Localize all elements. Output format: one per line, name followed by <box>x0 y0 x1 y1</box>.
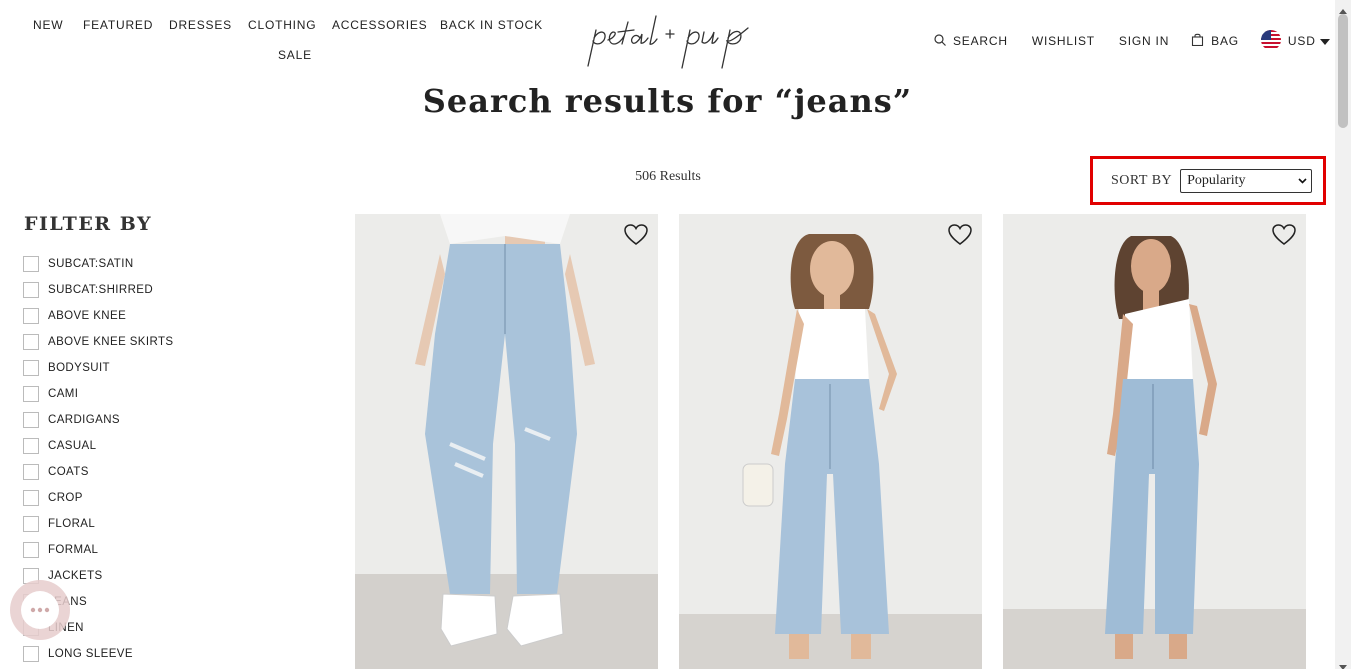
chat-launcher[interactable] <box>10 580 70 640</box>
brand-logo-script <box>587 15 749 69</box>
filter-checkbox[interactable] <box>23 386 39 402</box>
heart-icon[interactable] <box>1272 224 1296 246</box>
nav-new[interactable]: NEW <box>33 18 63 32</box>
filter-option[interactable]: CROP <box>23 485 173 511</box>
filter-label: CAMI <box>48 388 79 400</box>
search-link[interactable]: SEARCH <box>934 33 1008 49</box>
brand-logo[interactable] <box>578 8 760 72</box>
currency-selector[interactable]: USD <box>1260 29 1330 53</box>
product-card[interactable] <box>1003 214 1306 669</box>
filter-label: COATS <box>48 466 89 478</box>
sort-label: SORT BY <box>1111 172 1173 188</box>
sign-in-link[interactable]: SIGN IN <box>1119 34 1169 48</box>
filter-checkbox[interactable] <box>23 334 39 350</box>
filter-label: FORMAL <box>48 544 99 556</box>
heart-icon[interactable] <box>624 224 648 246</box>
filter-option[interactable]: COATS <box>23 459 173 485</box>
filter-option[interactable]: CASUAL <box>23 433 173 459</box>
bag-icon <box>1191 33 1204 49</box>
filter-checkbox[interactable] <box>23 282 39 298</box>
jeans-model-image <box>355 214 658 669</box>
page-title: Search results for “jeans” <box>422 82 913 120</box>
filter-label: ABOVE KNEE SKIRTS <box>48 336 174 348</box>
filter-label: SUBCAT:SHIRRED <box>48 284 154 296</box>
filter-option[interactable]: FLORAL <box>23 511 173 537</box>
nav-accessories[interactable]: ACCESSORIES <box>332 18 428 32</box>
filter-checkbox[interactable] <box>23 516 39 532</box>
filter-checkbox[interactable] <box>23 412 39 428</box>
jeans-model-image <box>1003 214 1306 669</box>
filter-label: FLORAL <box>48 518 96 530</box>
results-count: 506 Results <box>635 169 701 184</box>
filter-option[interactable]: ABOVE KNEE <box>23 303 173 329</box>
filter-checkbox[interactable] <box>23 438 39 454</box>
product-card[interactable] <box>679 214 982 669</box>
filter-checkbox[interactable] <box>23 542 39 558</box>
filter-checkbox[interactable] <box>23 360 39 376</box>
filter-option[interactable]: CAMI <box>23 381 173 407</box>
filter-option[interactable]: BODYSUIT <box>23 355 173 381</box>
heart-icon[interactable] <box>948 224 972 246</box>
filter-label: LONG SLEEVE <box>48 648 133 660</box>
nav-sale[interactable]: SALE <box>278 48 312 62</box>
filter-option[interactable]: SUBCAT:SATIN <box>23 251 173 277</box>
filter-label: CARDIGANS <box>48 414 120 426</box>
filter-option[interactable]: SUBCAT:SHIRRED <box>23 277 173 303</box>
scroll-thumb[interactable] <box>1338 14 1348 128</box>
filter-label: JACKETS <box>48 570 103 582</box>
filter-option[interactable]: LONG SLEEVE <box>23 641 173 667</box>
filter-title: FILTER BY <box>24 213 153 235</box>
chevron-down-icon <box>1298 173 1307 189</box>
scroll-up-icon[interactable] <box>1339 3 1347 14</box>
filter-checkbox[interactable] <box>23 490 39 506</box>
caret-down-icon <box>1319 34 1330 48</box>
filter-option[interactable]: FORMAL <box>23 537 173 563</box>
sort-select[interactable]: Popularity <box>1180 168 1313 193</box>
us-flag-icon <box>1260 29 1281 53</box>
nav-dresses[interactable]: DRESSES <box>169 18 232 32</box>
wishlist-link[interactable]: WISHLIST <box>1032 34 1095 48</box>
bag-link[interactable]: BAG <box>1191 33 1239 49</box>
utility-nav: SEARCH WISHLIST SIGN IN BAG USD <box>934 29 1330 53</box>
bag-label: BAG <box>1211 34 1239 48</box>
currency-label: USD <box>1287 34 1316 48</box>
filter-checkbox[interactable] <box>23 308 39 324</box>
filter-label: CASUAL <box>48 440 97 452</box>
filter-label: CROP <box>48 492 83 504</box>
nav-featured[interactable]: FEATURED <box>83 18 153 32</box>
sort-selected-value: Popularity <box>1187 172 1246 188</box>
chat-icon <box>21 591 59 629</box>
filter-option[interactable]: CARDIGANS <box>23 407 173 433</box>
nav-back-in-stock[interactable]: BACK IN STOCK <box>440 18 543 32</box>
filter-label: BODYSUIT <box>48 362 110 374</box>
filter-checkbox[interactable] <box>23 646 39 662</box>
page-scrollbar[interactable] <box>1335 0 1351 669</box>
sort-control: SORT BY Popularity <box>1090 156 1326 205</box>
product-card[interactable] <box>355 214 658 669</box>
filter-option[interactable]: ABOVE KNEE SKIRTS <box>23 329 173 355</box>
scroll-down-icon[interactable] <box>1339 658 1347 669</box>
filter-checkbox[interactable] <box>23 256 39 272</box>
filter-checkbox[interactable] <box>23 464 39 480</box>
nav-clothing[interactable]: CLOTHING <box>248 18 316 32</box>
filter-label: ABOVE KNEE <box>48 310 127 322</box>
jeans-model-image <box>679 214 982 669</box>
filter-label: SUBCAT:SATIN <box>48 258 134 270</box>
search-icon <box>934 33 946 49</box>
search-label: SEARCH <box>953 34 1008 48</box>
